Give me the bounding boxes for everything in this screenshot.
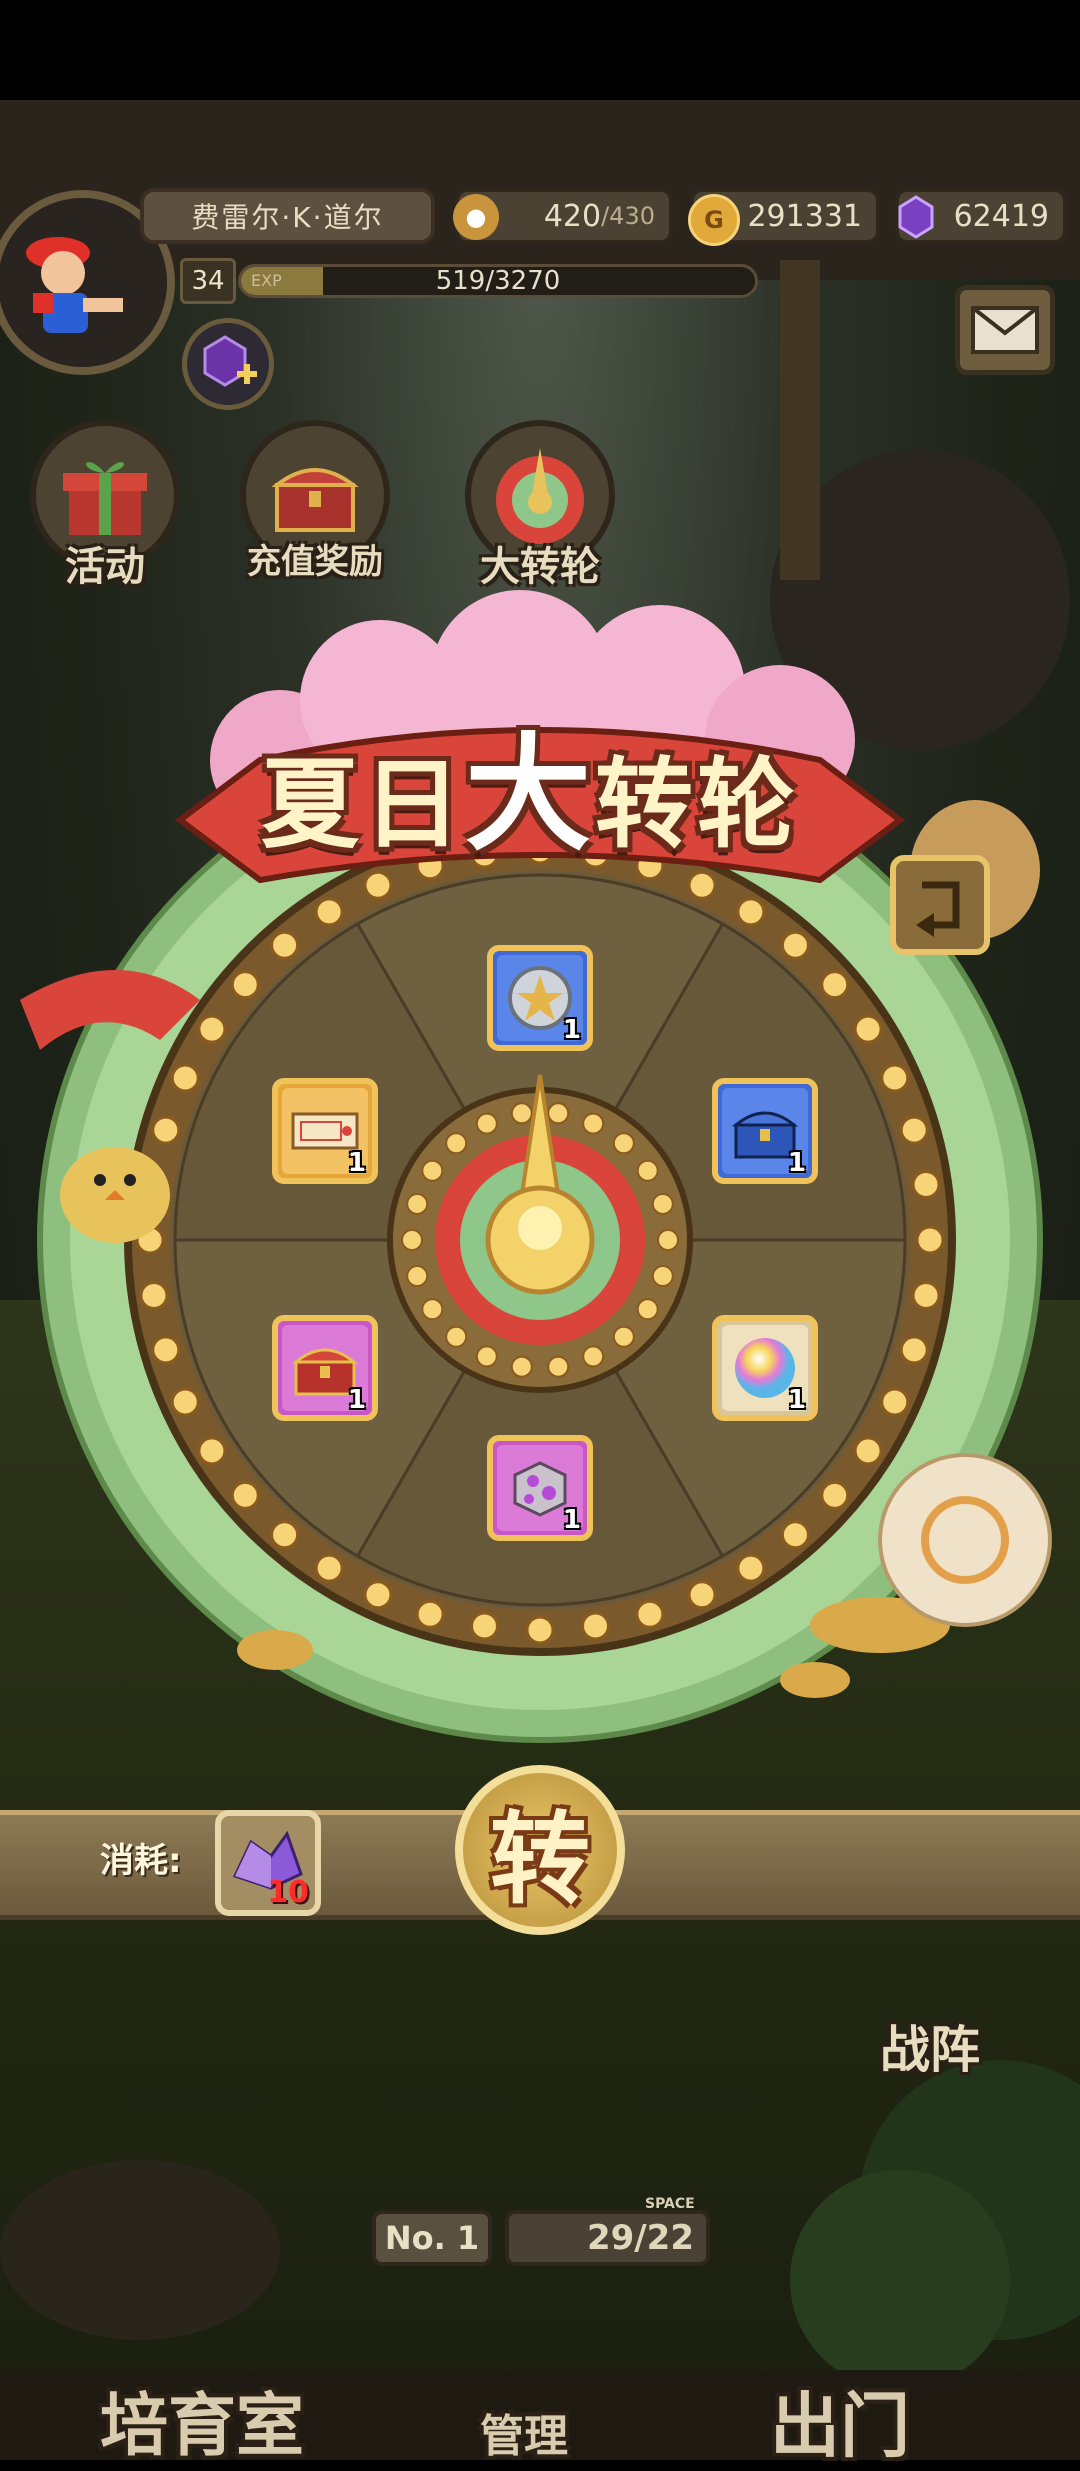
rim-light	[736, 1553, 766, 1583]
hub-light	[445, 1325, 468, 1348]
hub-light	[651, 1265, 674, 1288]
hub-light	[475, 1345, 498, 1368]
prize-count: 1	[347, 1385, 366, 1415]
rim-light	[687, 1580, 717, 1610]
rim-light	[899, 1335, 929, 1365]
capacity-value: 29/22	[586, 2218, 694, 2258]
prize-count: 1	[562, 1015, 581, 1045]
summer-wheel	[20, 590, 1052, 1743]
capacity-plate: 29/22	[505, 2210, 710, 2266]
hub-light	[475, 1112, 498, 1135]
space-label: SPACE	[645, 2196, 695, 2212]
hub-light	[510, 1355, 533, 1378]
prize-blue-chest[interactable]: 1	[712, 1078, 818, 1184]
rim-light	[230, 1480, 260, 1510]
rim-light	[780, 1520, 810, 1550]
hub-light	[612, 1325, 635, 1348]
rim-light	[635, 1599, 665, 1629]
rank-plate: No. 1	[372, 2210, 492, 2266]
hub-light	[421, 1298, 444, 1321]
go-out-button[interactable]: 出门	[770, 2370, 910, 2471]
prize-purple-stone[interactable]: 1	[487, 1435, 593, 1541]
nursery-button[interactable]: 培育室	[100, 2370, 304, 2469]
cost-item: 10	[215, 1810, 321, 1916]
hub-light	[445, 1132, 468, 1155]
hub-light	[547, 1355, 570, 1378]
rim-light	[170, 1063, 200, 1093]
prize-silver-medal[interactable]: 1	[487, 945, 593, 1051]
hub-light	[510, 1102, 533, 1125]
hub-light	[651, 1192, 674, 1215]
summer-wheel-title: 夏日大转轮	[210, 720, 850, 890]
rim-light	[139, 1281, 169, 1311]
rim-light	[820, 970, 850, 1000]
hub-light	[636, 1298, 659, 1321]
rim-light	[230, 970, 260, 1000]
title-big: 大	[465, 721, 595, 868]
rim-light	[911, 1169, 941, 1199]
prize-red-chest[interactable]: 1	[272, 1315, 378, 1421]
prize-count: 1	[347, 1148, 366, 1178]
rim-light	[880, 1387, 910, 1417]
rim-light	[314, 1553, 344, 1583]
rim-light	[736, 897, 766, 927]
hub-light	[401, 1229, 423, 1251]
hub-light	[636, 1159, 659, 1182]
battle-formation-button[interactable]: 战阵	[880, 2010, 980, 2082]
prize-count: 1	[787, 1385, 806, 1415]
manage-button[interactable]: 管理	[480, 2400, 568, 2464]
rim-light	[197, 1436, 227, 1466]
title-part1: 夏日	[260, 748, 465, 862]
hub-light	[406, 1192, 429, 1215]
rim-light	[270, 930, 300, 960]
hub-light	[657, 1229, 679, 1251]
rim-light	[915, 1225, 945, 1255]
money-sack	[878, 1453, 1052, 1627]
rim-light	[314, 897, 344, 927]
cost-count: 10	[267, 1875, 309, 1910]
prize-count: 1	[562, 1505, 581, 1535]
hub-light	[421, 1159, 444, 1182]
title-part2: 转轮	[595, 748, 800, 862]
prize-rainbow-orb[interactable]: 1	[712, 1315, 818, 1421]
hub-light	[612, 1132, 635, 1155]
prize-ticket[interactable]: 1	[272, 1078, 378, 1184]
rim-light	[469, 1611, 499, 1641]
rim-light	[820, 1480, 850, 1510]
rim-light	[525, 1615, 555, 1645]
hub-light	[582, 1345, 605, 1368]
rim-light	[363, 1580, 393, 1610]
rim-light	[853, 1014, 883, 1044]
rim-light	[415, 1599, 445, 1629]
rim-light	[197, 1014, 227, 1044]
cost-label: 消耗:	[100, 1841, 182, 1881]
rim-light	[170, 1387, 200, 1417]
rim-light	[780, 930, 810, 960]
hub-light	[547, 1102, 570, 1125]
hub-light	[406, 1265, 429, 1288]
prize-count: 1	[787, 1148, 806, 1178]
rim-light	[853, 1436, 883, 1466]
rim-light	[151, 1335, 181, 1365]
spin-button[interactable]: 转	[455, 1765, 625, 1935]
rim-light	[899, 1115, 929, 1145]
rim-light	[270, 1520, 300, 1550]
rim-light	[880, 1063, 910, 1093]
chick-decoration	[60, 1147, 170, 1243]
rim-light	[911, 1281, 941, 1311]
hub-light	[582, 1112, 605, 1135]
rim-light	[151, 1115, 181, 1145]
back-button[interactable]	[890, 855, 990, 955]
return-arrow-icon	[916, 881, 960, 937]
rim-light	[581, 1611, 611, 1641]
